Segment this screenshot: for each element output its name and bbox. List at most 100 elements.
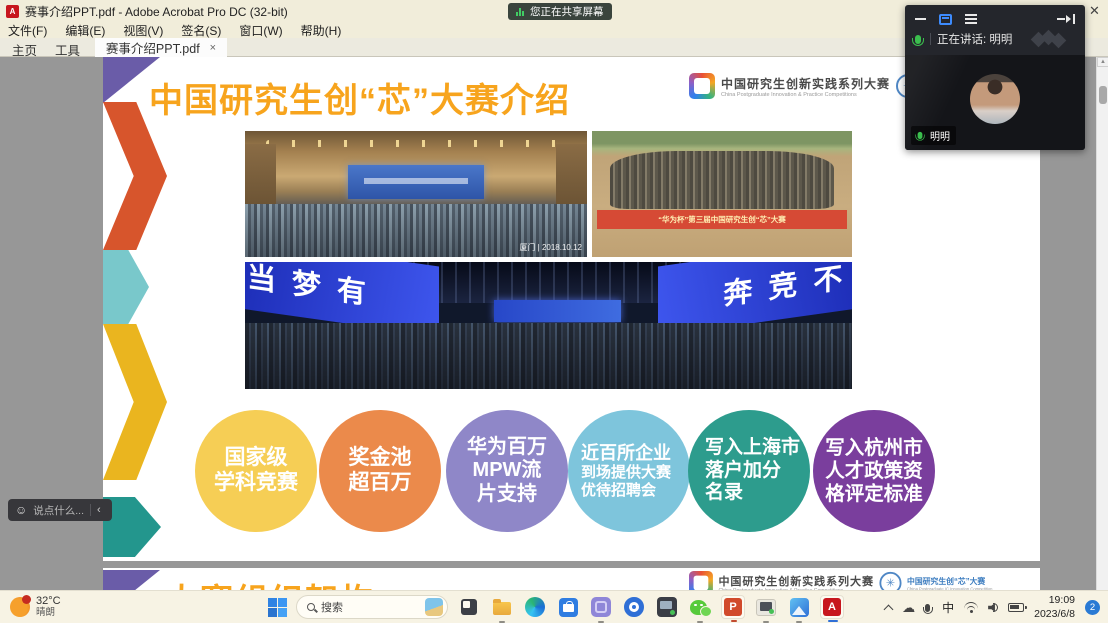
hall-audience [245,323,852,389]
wifi-icon[interactable] [964,602,978,613]
window-close-button[interactable]: ✕ [1089,3,1100,19]
chat-input-bubble[interactable]: ☺ 说点什么... ‹ [8,499,112,521]
clock-date: 2023/6/8 [1034,608,1075,621]
highlight-circle-prize: 奖金池 超百万 [319,410,441,532]
circle-line: 国家级 [225,446,288,471]
taskbar-icon-acrobat[interactable]: A [820,595,844,619]
ballroom-pillar [245,144,276,207]
ceremony-photo: 厦门 | 2018.10.12 [245,131,587,257]
menu-list-icon[interactable] [965,14,977,24]
emoji-icon[interactable]: ☺ [15,504,27,516]
tab-document[interactable]: 赛事介绍PPT.pdf × [95,38,227,57]
highlight-circle-hangzhou: 写入杭州市 人才政策资 格评定标准 [813,410,935,532]
highlight-circle-national: 国家级 学科竞赛 [195,410,317,532]
taskbar-icon-powerpoint[interactable]: P [721,595,745,619]
competition-logo-subtext: China Postgraduate Innovation & Practice… [721,92,890,98]
taskbar-icon-target-app[interactable] [622,595,646,619]
taskbar-icon-microsoft-store[interactable] [556,595,580,619]
outdoor-crowd [610,151,834,209]
pdf-page-2: 大赛组织架构 中国研究生创新实践系列大赛 China Postgraduate … [103,568,1040,590]
collapse-panel-icon[interactable] [1057,14,1075,24]
circle-line: 格评定标准 [825,483,923,506]
chevron-decoration-yellow [103,324,167,480]
weather-condition: 晴朗 [36,608,61,619]
circle-line: 人才政策资 [825,460,923,483]
tab-close-icon[interactable]: × [210,42,216,54]
menu-edit[interactable]: 编辑(E) [65,22,105,39]
weather-widget[interactable]: 32°C 晴朗 [10,595,61,619]
search-highlight-icon [425,598,443,616]
taskbar-icon-file-explorer[interactable] [490,595,514,619]
collapse-chevron-icon[interactable]: ‹ [97,504,101,516]
meeting-window[interactable]: 正在讲话: 明明 明明 [905,5,1085,150]
speaking-status-row: 正在讲话: 明明 [905,29,1085,51]
slide-title: 中国研究生创“芯”大赛介绍 [149,73,570,122]
ime-indicator[interactable]: 中 [942,599,954,616]
taskbar-icon-screen-share-app[interactable] [754,595,778,619]
taskbar-icon-remote-desktop[interactable] [655,595,679,619]
tab-home[interactable]: 主页 [12,40,37,59]
taskbar-icon-edge[interactable] [523,595,547,619]
menu-file[interactable]: 文件(F) [8,22,47,39]
scrollbar-up-button[interactable]: ▲ [1097,57,1108,67]
vertical-scrollbar[interactable]: ▲ [1096,57,1108,590]
menu-sign[interactable]: 签名(S) [181,22,221,39]
circle-line: 写入杭州市 [825,437,923,460]
pdf-page-1: 中国研究生创“芯”大赛介绍 中国研究生创新实践系列大赛 China Postgr… [103,57,1040,561]
stage-screen [348,165,485,199]
highlight-circle-recruiting: 近百所企业 到场提供大赛 优待招聘会 [568,410,690,532]
circle-line: 学科竞赛 [214,471,298,496]
minimize-icon[interactable] [915,18,926,20]
taskbar-icon-purple-app[interactable] [589,595,613,619]
search-icon [307,603,315,611]
mic-icon [918,132,923,139]
onedrive-cloud-icon[interactable]: ☁ [902,601,915,614]
highlight-circle-huawei: 华为百万 MPW流 片支持 [446,410,568,532]
taskbar-clock[interactable]: 19:09 2023/6/8 [1034,594,1075,620]
tray-mic-icon[interactable] [925,604,930,612]
chat-placeholder[interactable]: 说点什么... [33,503,84,518]
participant-avatar [970,74,1020,124]
search-placeholder: 搜索 [321,599,343,615]
circle-line: 奖金池 [349,446,412,471]
tab-tools[interactable]: 工具 [55,40,80,59]
competition-logo-block: 中国研究生创新实践系列大赛 China Postgraduate Innovat… [689,73,920,99]
slide2-corner-decoration [103,570,160,590]
screen-sharing-banner: 您正在共享屏幕 [508,3,612,20]
window-title: 赛事介绍PPT.pdf - Adobe Acrobat Pro DC (32-b… [25,3,288,20]
search-input[interactable]: 搜索 [296,595,448,619]
taskbar-icon-wechat[interactable] [688,595,712,619]
menu-help[interactable]: 帮助(H) [301,22,342,39]
video-view-icon[interactable] [939,14,952,25]
tab-document-label: 赛事介绍PPT.pdf [106,38,200,57]
start-button[interactable] [268,598,287,617]
competition-logo-icon [689,571,713,590]
ballroom-pillar [556,144,587,207]
sharing-label: 您正在共享屏幕 [530,4,604,19]
weather-temp: 32°C [36,595,61,608]
volume-group[interactable] [988,603,998,613]
taskbar-center: 搜索 P A [268,595,844,619]
slide2-logo-block: 中国研究生创新实践系列大赛 China Postgraduate Innovat… [689,571,992,590]
scrollbar-thumb[interactable] [1099,86,1107,104]
divider [930,33,931,45]
menu-view[interactable]: 视图(V) [123,22,163,39]
group-photo: “华为杯”第三届中国研究生创“芯”大赛 [592,131,852,257]
chandelier-lights [266,140,567,147]
circle-line: 超百万 [349,471,412,496]
participant-name: 明明 [930,128,950,143]
competition-logo-text: 中国研究生创新实践系列大赛 [721,75,890,92]
conference-hall-photo: 当梦有 奔竞不 [245,262,852,389]
battery-icon[interactable] [1008,603,1024,612]
taskbar-icon-task-view[interactable] [457,595,481,619]
ic-competition-logo-icon: ✳ [879,572,901,590]
circle-line: 优待招聘会 [581,482,656,500]
participant-video[interactable]: 明明 [905,55,1085,150]
chevron-decoration-orange [103,102,167,250]
tray-chevron-up-icon[interactable] [884,604,894,614]
chevron-decoration-teal [103,250,149,324]
taskbar-icon-photos[interactable] [787,595,811,619]
notification-badge[interactable]: 2 [1085,600,1100,615]
circle-line: 片支持 [477,483,537,507]
menu-window[interactable]: 窗口(W) [239,22,282,39]
